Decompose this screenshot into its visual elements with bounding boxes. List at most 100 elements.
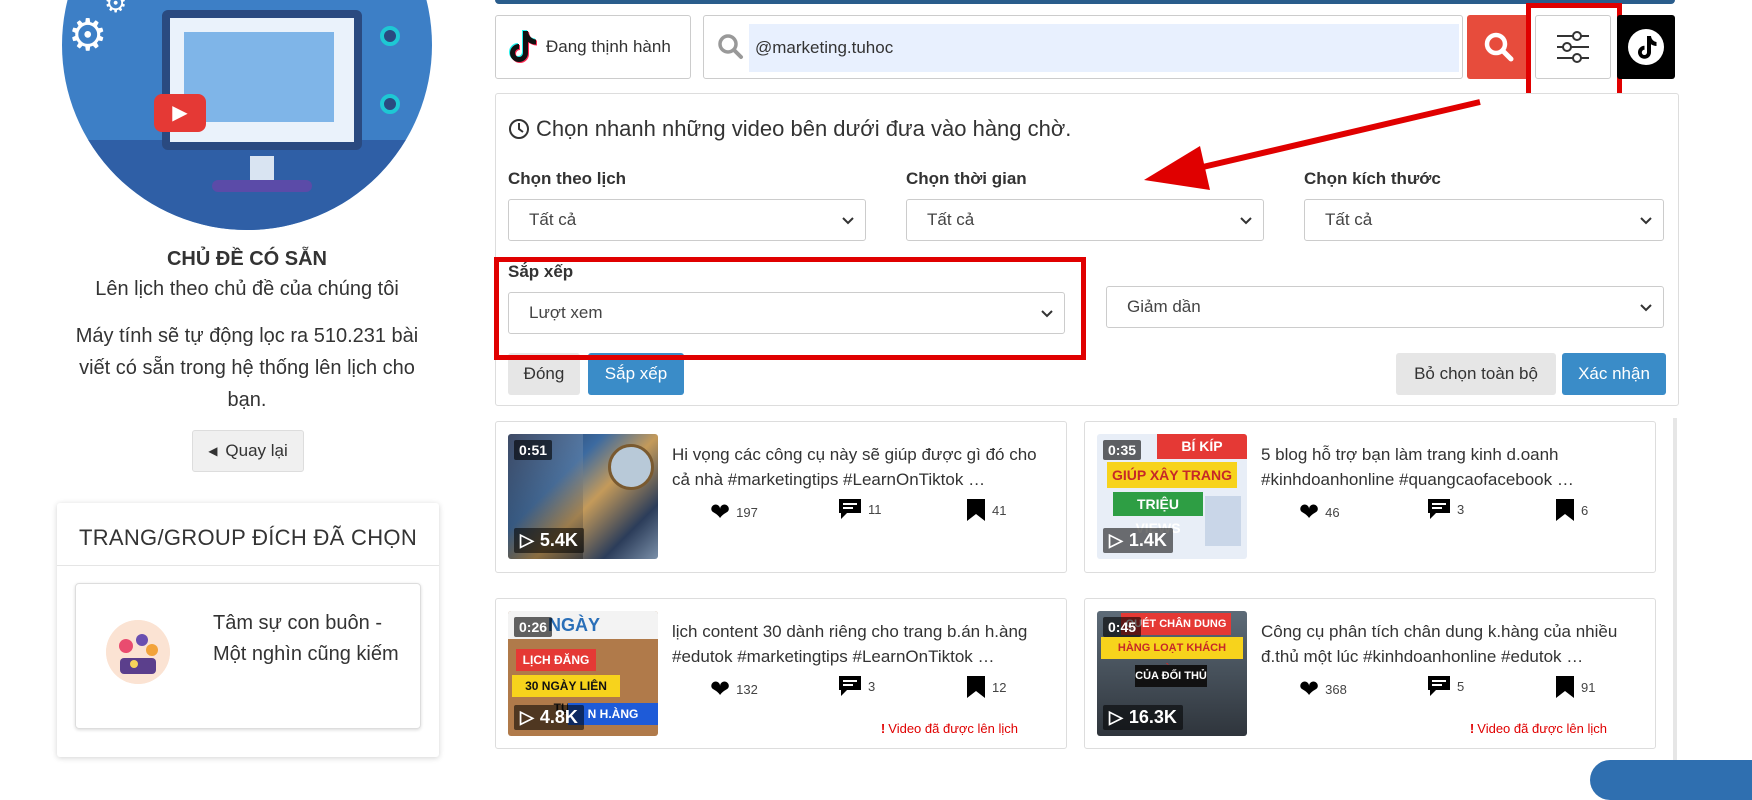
video-views-count: 16.3K (1128, 707, 1177, 727)
saves-stat: 91 (1555, 675, 1595, 699)
likes-count: 132 (736, 682, 758, 697)
video-title: Hi vọng các công cụ này sẽ giúp được gì … (672, 445, 1037, 489)
play-icon: ▷ (520, 530, 534, 550)
sort-highlight (494, 257, 1086, 360)
comment-icon (1428, 676, 1450, 696)
likes-count: 368 (1325, 682, 1347, 697)
heart-icon: ❤ (1299, 499, 1320, 526)
comments-count: 11 (868, 501, 882, 517)
youtube-play-icon: ▶ (154, 94, 206, 132)
comment-icon (1428, 499, 1450, 519)
back-button[interactable]: ◀ Quay lại (192, 430, 304, 472)
play-icon: ▷ (1109, 530, 1123, 550)
saves-stat: 41 (966, 498, 1006, 522)
search-icon (1484, 32, 1514, 62)
heart-icon: ❤ (710, 676, 731, 703)
comments-count: 3 (868, 678, 876, 694)
scheduled-text: Video đã được lên lịch (888, 721, 1018, 736)
saves-count: 91 (1581, 679, 1596, 695)
video-views: ▷ 5.4K (514, 528, 584, 553)
selected-target-name: Tâm sự con buôn - Một nghìn cũng kiếm (213, 612, 399, 665)
comments-stat: 11 (838, 498, 882, 520)
size-filter-select[interactable]: Tất cả (1304, 199, 1664, 241)
video-card[interactable]: 0:51 ▷ 5.4K Hi vọng các công cụ này sẽ gi… (495, 421, 1067, 573)
bookmark-icon (1556, 676, 1574, 698)
time-filter-value: Tất cả (927, 210, 975, 229)
time-filter-select[interactable]: Tất cả (906, 199, 1264, 241)
comments-stat: 3 (838, 675, 875, 697)
video-card[interactable]: BÍ KÍP GIÚP XÂY TRANG TRIỆU VIEWS 0:35 ▷… (1084, 421, 1656, 573)
comments-count: 3 (1457, 501, 1465, 517)
video-duration: 0:26 (514, 617, 553, 637)
comment-icon (839, 676, 861, 696)
topic-title: CHỦ ĐỀ CÓ SẴN (166, 248, 327, 270)
chevron-down-icon (842, 217, 854, 225)
gear-icon: ⚙ (104, 0, 128, 18)
bookmark-icon (1556, 499, 1574, 521)
video-thumbnail: BÍ KÍP GIÚP XÂY TRANG TRIỆU VIEWS 0:35 ▷… (1097, 434, 1247, 559)
comments-stat: 3 (1427, 498, 1464, 520)
video-card[interactable]: QUÉT CHÂN DUNG HÀNG LOẠT KHÁCH HÀNG CỦA … (1084, 598, 1656, 749)
play-icon: ▷ (1109, 707, 1123, 727)
gear-icon: ⚙ (68, 11, 108, 60)
scheduled-badge: ! Video đã được lên lịch (881, 721, 1018, 736)
video-thumbnail: 0:51 ▷ 5.4K (508, 434, 658, 559)
top-strip (495, 0, 1675, 4)
avatar (106, 620, 170, 684)
comments-count: 5 (1457, 678, 1465, 694)
video-thumbnail: NGÀY LỊCH ĐĂNG BÀI 30 NGÀY LIÊN TỤC N H.… (508, 611, 658, 736)
exclamation-icon: ! (1469, 721, 1475, 736)
video-duration: 0:35 (1103, 440, 1142, 460)
comment-icon (839, 499, 861, 519)
sort-order-select[interactable]: Giảm dần (1106, 286, 1664, 328)
caret-left-icon: ◀ (208, 444, 218, 458)
video-views: ▷ 16.3K (1103, 705, 1183, 730)
comments-stat: 5 (1427, 675, 1464, 697)
deselect-all-button[interactable]: Bỏ chọn toàn bộ (1396, 353, 1556, 395)
video-views: ▷ 4.8K (514, 705, 584, 730)
heart-icon: ❤ (710, 499, 731, 526)
likes-stat: ❤ 46 (1299, 498, 1340, 527)
saves-stat: 6 (1555, 498, 1588, 522)
selected-target-card[interactable]: Tâm sự con buôn - Một nghìn cũng kiếm (75, 583, 421, 729)
tiktok-icon (509, 30, 537, 63)
saves-stat: 12 (966, 675, 1006, 699)
saves-count: 41 (992, 502, 1007, 518)
thumbnail-caption: BÍ KÍP (1157, 434, 1247, 459)
search-box (703, 15, 1463, 79)
likes-count: 197 (736, 505, 758, 520)
video-card[interactable]: NGÀY LỊCH ĐĂNG BÀI 30 NGÀY LIÊN TỤC N H.… (495, 598, 1067, 749)
tiktok-button[interactable] (1617, 15, 1675, 79)
back-button-label: Quay lại (225, 441, 288, 460)
play-icon: ▷ (520, 707, 534, 727)
heart-icon: ❤ (1299, 676, 1320, 703)
selected-target-title: TRANG/GROUP ĐÍCH ĐÃ CHỌN (78, 525, 418, 550)
search-button[interactable] (1467, 15, 1531, 79)
quick-select-note-text: Chọn nhanh những video bên dưới đưa vào … (536, 116, 1072, 141)
selected-target-panel: TRANG/GROUP ĐÍCH ĐÃ CHỌN Tâm sự con buôn… (57, 503, 439, 757)
saves-count: 6 (1581, 502, 1589, 518)
thumbnail-caption: HÀNG LOẠT KHÁCH HÀNG (1101, 637, 1243, 676)
search-icon (718, 34, 743, 59)
likes-stat: ❤ 197 (710, 498, 758, 527)
video-duration: 0:45 (1103, 617, 1142, 637)
calendar-filter-select[interactable]: Tất cả (508, 199, 866, 241)
scheduled-text: Video đã được lên lịch (1477, 721, 1607, 736)
video-title: 5 blog hỗ trợ bạn làm trang kinh d.oanh … (1261, 445, 1574, 489)
video-thumbnail: QUÉT CHÂN DUNG HÀNG LOẠT KHÁCH HÀNG CỦA … (1097, 611, 1247, 736)
thumbnail-caption: TRIỆU VIEWS (1113, 492, 1203, 536)
chat-widget[interactable] (1590, 760, 1752, 800)
chevron-down-icon (1640, 304, 1652, 312)
trending-button[interactable]: Đang thịnh hành (495, 15, 691, 79)
tiktok-icon (1628, 29, 1664, 65)
topic-description: Máy tính sẽ tự động lọc ra 510.231 bài v… (75, 325, 419, 411)
video-views-count: 5.4K (539, 530, 578, 550)
scrollbar[interactable] (1673, 418, 1677, 771)
quick-select-note: Chọn nhanh những video bên dưới đưa vào … (508, 116, 1071, 142)
video-duration: 0:51 (514, 440, 553, 460)
time-filter-label: Chọn thời gian (906, 169, 1027, 188)
thumbnail-caption: 30 NGÀY LIÊN TỤC (512, 675, 620, 715)
video-views-count: 4.8K (539, 707, 578, 727)
confirm-button[interactable]: Xác nhận (1562, 353, 1666, 395)
search-input[interactable] (749, 24, 1459, 72)
